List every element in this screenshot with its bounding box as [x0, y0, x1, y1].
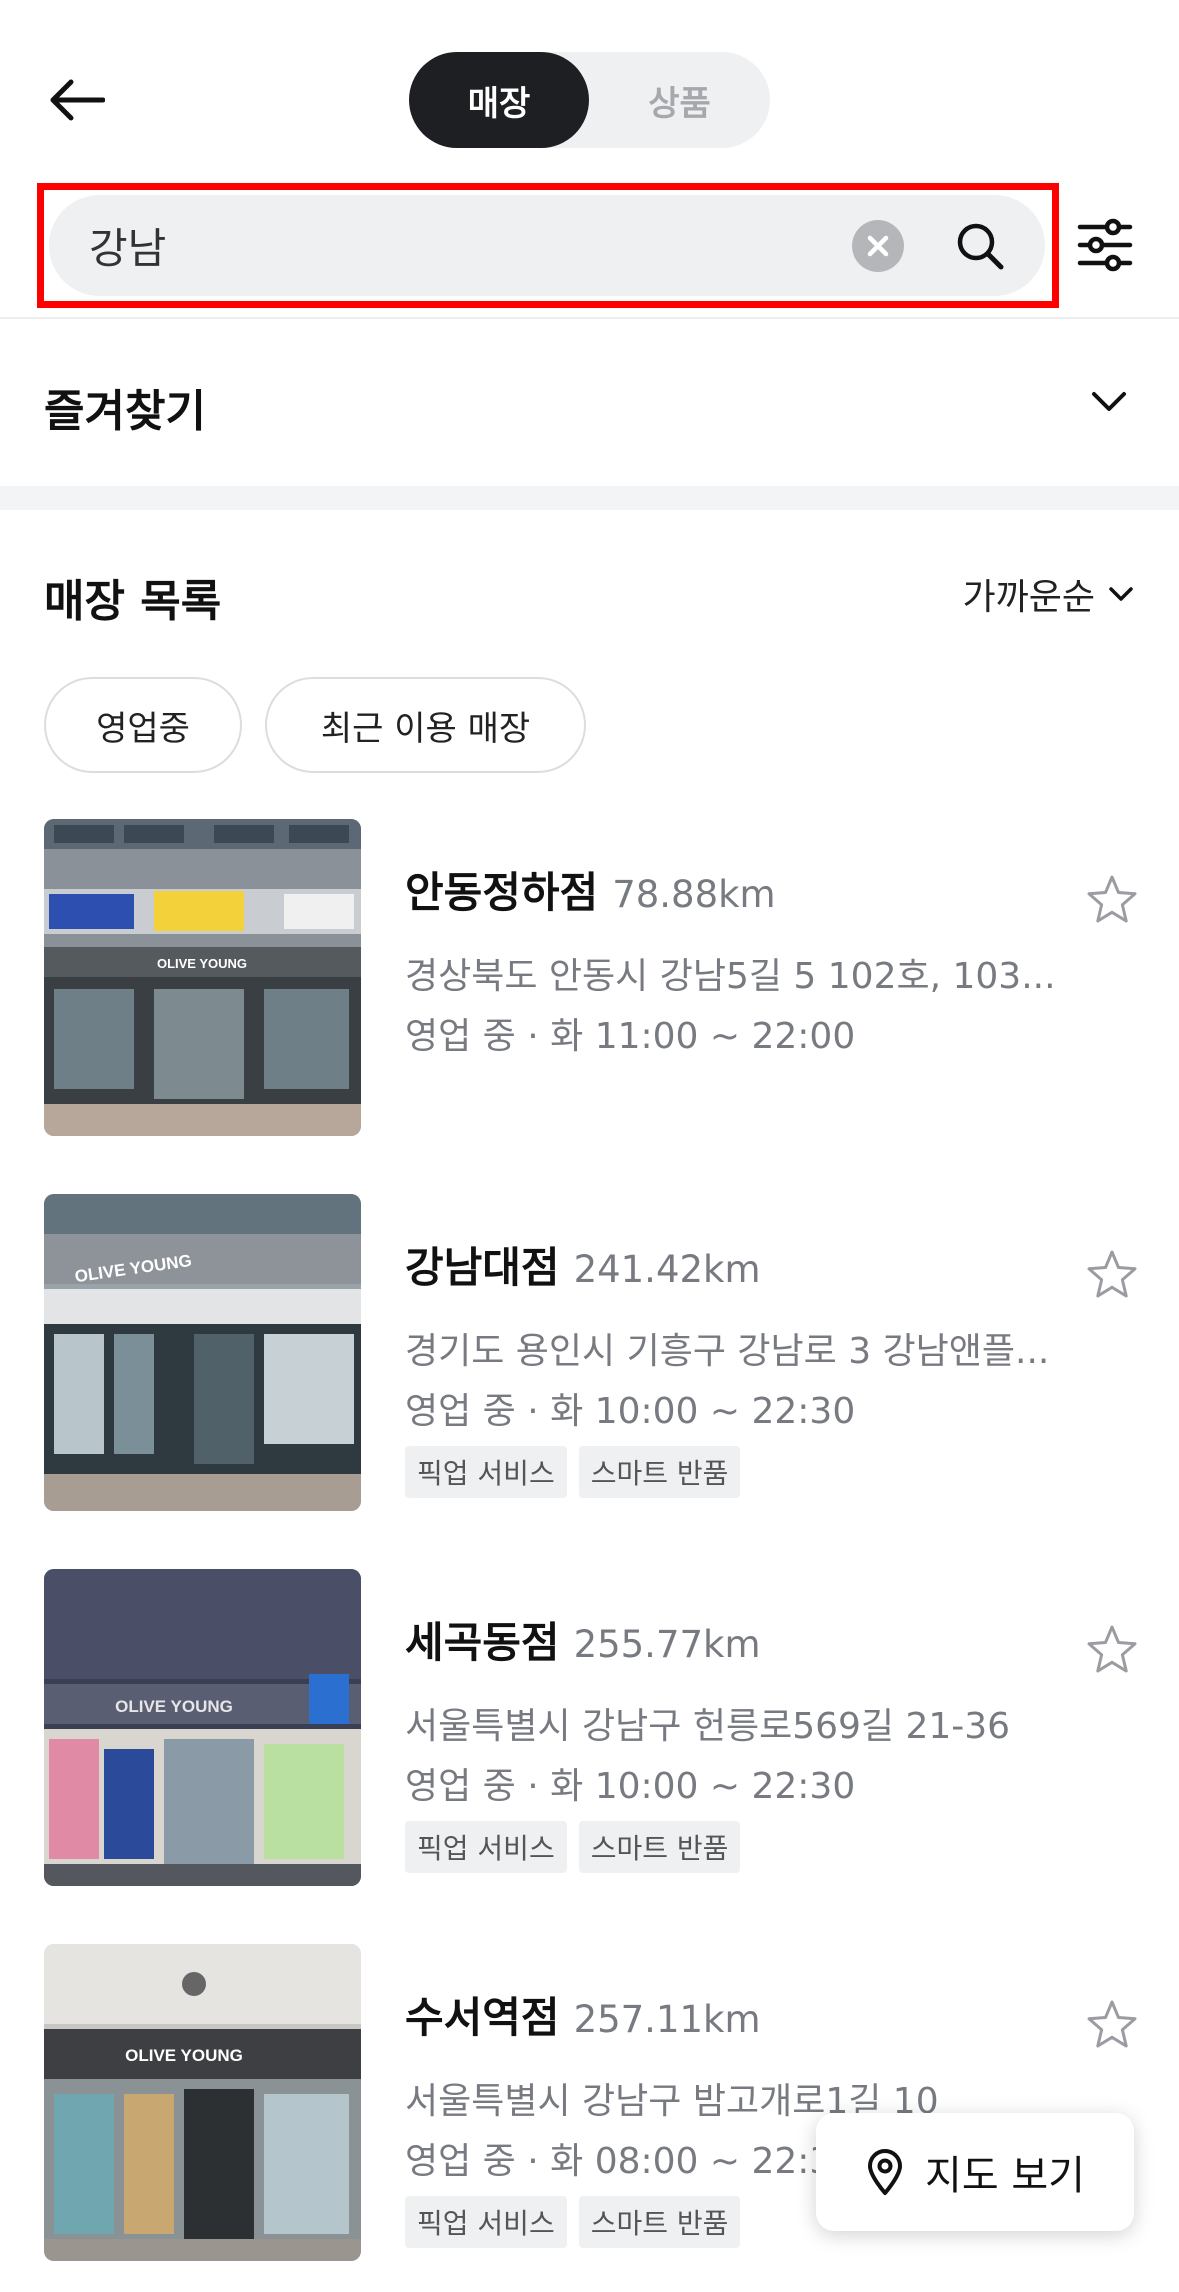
tag-pickup: 픽업 서비스 — [405, 1821, 567, 1873]
search-input[interactable] — [89, 195, 849, 296]
favorites-toggle[interactable]: 즐겨찾기 — [0, 330, 1179, 470]
store-hours: 영업 중 · 화 08:00 ~ 22:30 — [405, 2141, 856, 2182]
store-logo-text: OLIVE YOUNG — [115, 1697, 233, 1716]
tab-switcher: 매장 상품 — [409, 52, 770, 148]
store-tags: 픽업 서비스 스마트 반품 — [405, 1821, 741, 1873]
store-name[interactable]: 안동정하점 78.88km — [405, 859, 776, 920]
section-divider — [0, 486, 1179, 510]
star-outline-icon[interactable] — [1085, 873, 1139, 927]
chevron-down-icon — [1092, 392, 1126, 411]
storefront-image: OLIVE YOUNG — [44, 1194, 361, 1511]
store-photo[interactable]: OLIVE YOUNG — [44, 1194, 361, 1511]
store-distance: 255.77km — [573, 1623, 761, 1666]
chip-open-now[interactable]: 영업중 — [44, 677, 242, 773]
chevron-down-icon — [1109, 587, 1133, 601]
tag-pickup: 픽업 서비스 — [405, 1446, 567, 1498]
store-tags: 픽업 서비스 스마트 반품 — [405, 2196, 741, 2248]
store-photo[interactable]: OLIVE YOUNG — [44, 1569, 361, 1886]
storefront-image: OLIVE YOUNG — [44, 819, 361, 1136]
store-hours: 영업 중 · 화 10:00 ~ 22:30 — [405, 1391, 856, 1432]
filter-button[interactable] — [1070, 210, 1140, 280]
store-address: 경상북도 안동시 강남5길 5 102호, 103... — [405, 956, 1056, 997]
search-bar — [49, 195, 1045, 296]
store-name[interactable]: 수서역점 257.11km — [405, 1984, 761, 2045]
store-item[interactable]: OLIVE YOUNG 안동정하점 78.88km 경상북도 안동시 강남5길 5… — [0, 819, 1179, 1139]
tab-stores[interactable]: 매장 — [409, 52, 589, 148]
header-divider — [0, 317, 1179, 319]
star-outline-icon[interactable] — [1085, 1248, 1139, 1302]
sort-label: 가까운순 — [962, 577, 1095, 618]
store-distance: 257.11km — [573, 1998, 761, 2041]
storefront-image: OLIVE YOUNG — [44, 1944, 361, 2261]
search-button[interactable] — [949, 215, 1011, 277]
clear-x-icon — [867, 235, 889, 257]
store-search-screen: 매장 상품 즐겨찾기 매장 목록 — [0, 0, 1179, 2292]
store-distance: 241.42km — [573, 1248, 761, 1291]
map-view-label: 지도 보기 — [925, 2153, 1085, 2199]
chip-recent-stores[interactable]: 최근 이용 매장 — [265, 677, 586, 773]
storefront-image: OLIVE YOUNG — [44, 1569, 361, 1886]
clear-search-button[interactable] — [852, 220, 904, 272]
store-item[interactable]: OLIVE YOUNG 강남대점 241.42km 경기도 용인시 기흥구 강남로… — [0, 1194, 1179, 1514]
tag-pickup: 픽업 서비스 — [405, 2196, 567, 2248]
store-address: 경기도 용인시 기흥구 강남로 3 강남앤플... — [405, 1331, 1050, 1372]
store-item[interactable]: OLIVE YOUNG 세곡동점 255.77km 서울특별시 강남구 헌릉로56… — [0, 1569, 1179, 1889]
tag-smart-return: 스마트 반품 — [578, 1446, 741, 1498]
store-distance: 78.88km — [612, 873, 776, 916]
favorites-title: 즐겨찾기 — [44, 386, 206, 437]
store-name[interactable]: 강남대점 241.42km — [405, 1234, 761, 1295]
star-outline-icon[interactable] — [1085, 1623, 1139, 1677]
store-logo-text: OLIVE YOUNG — [125, 2046, 243, 2065]
store-list-title: 매장 목록 — [44, 576, 222, 627]
store-logo-text: OLIVE YOUNG — [157, 956, 247, 971]
tag-smart-return: 스마트 반품 — [578, 1821, 741, 1873]
map-pin-icon — [868, 2149, 903, 2195]
sliders-icon — [1077, 218, 1133, 272]
store-photo[interactable]: OLIVE YOUNG — [44, 1944, 361, 2261]
arrow-left-icon — [50, 79, 105, 121]
store-address: 서울특별시 강남구 헌릉로569길 21-36 — [405, 1706, 1011, 1747]
store-photo[interactable]: OLIVE YOUNG — [44, 819, 361, 1136]
tag-smart-return: 스마트 반품 — [578, 2196, 741, 2248]
star-outline-icon[interactable] — [1085, 1998, 1139, 2052]
search-icon — [957, 223, 1004, 270]
map-view-button[interactable]: 지도 보기 — [816, 2113, 1134, 2231]
store-hours: 영업 중 · 화 10:00 ~ 22:30 — [405, 1766, 856, 1807]
back-button[interactable] — [44, 70, 110, 130]
store-name[interactable]: 세곡동점 255.77km — [405, 1609, 761, 1670]
sort-dropdown[interactable]: 가까운순 — [963, 568, 1135, 620]
tab-products[interactable]: 상품 — [589, 52, 770, 148]
store-hours: 영업 중 · 화 11:00 ~ 22:00 — [405, 1016, 856, 1057]
store-tags: 픽업 서비스 스마트 반품 — [405, 1446, 741, 1498]
